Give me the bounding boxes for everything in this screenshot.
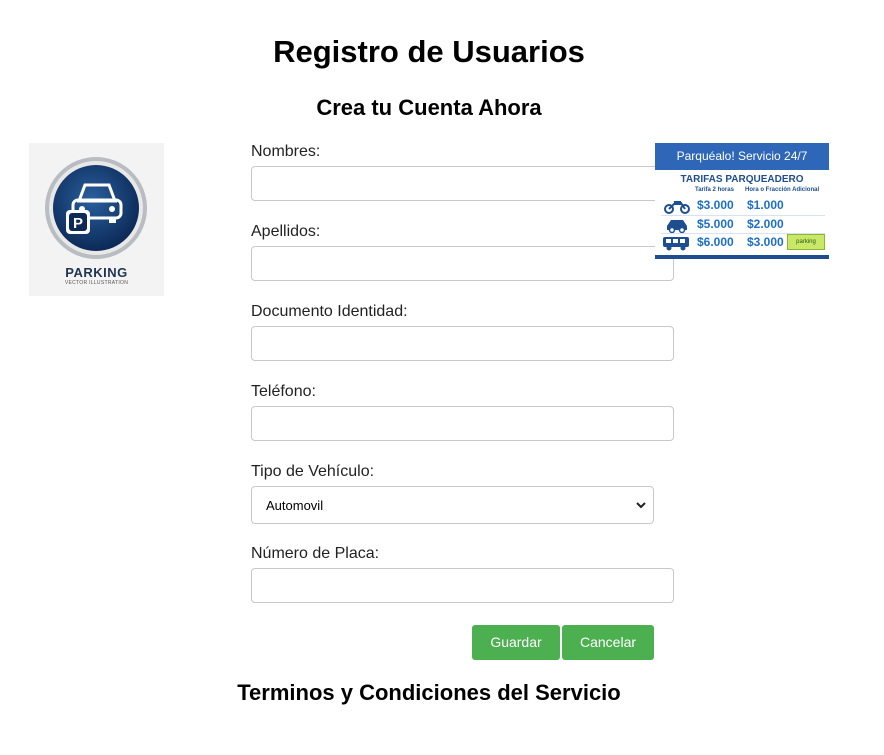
adicional-value: $1.000 bbox=[747, 198, 784, 212]
tipo-vehiculo-select[interactable]: Automovil bbox=[251, 486, 654, 524]
label-apellidos: Apellidos: bbox=[251, 223, 321, 240]
terms-heading: Terminos y Condiciones del Servicio bbox=[237, 680, 621, 705]
car-parking-icon: P bbox=[45, 157, 147, 259]
tarifas-col-1: Tarifa 2 horas bbox=[695, 187, 734, 193]
svg-text:P: P bbox=[73, 215, 83, 232]
tarifa-value: $3.000 bbox=[697, 198, 734, 212]
save-button[interactable]: Guardar bbox=[472, 625, 560, 660]
page-subtitle: Crea tu Cuenta Ahora bbox=[316, 95, 542, 120]
logo-text: PARKING bbox=[65, 265, 128, 280]
motorcycle-icon bbox=[664, 201, 690, 214]
page-title: Registro de Usuarios bbox=[273, 34, 585, 69]
nombres-input[interactable] bbox=[251, 166, 674, 201]
bus-icon bbox=[663, 237, 689, 251]
tarifas-title: TARIFAS PARQUEADERO bbox=[680, 174, 804, 185]
placa-input[interactable] bbox=[251, 568, 674, 603]
telefono-input[interactable] bbox=[251, 406, 674, 441]
tarifa-value: $6.000 bbox=[697, 235, 734, 249]
tipo-vehiculo-selected: Automovil bbox=[266, 498, 324, 513]
label-placa: Número de Placa: bbox=[251, 545, 380, 562]
tarifas-header: Parquéalo! Servicio 24/7 bbox=[655, 143, 829, 170]
tarifa-row: $5.000 $2.000 bbox=[661, 216, 825, 233]
tarifa-value: $5.000 bbox=[697, 217, 734, 231]
label-documento: Documento Identidad: bbox=[251, 303, 408, 320]
parking-badge: parking bbox=[787, 234, 825, 250]
label-nombres: Nombres: bbox=[251, 143, 321, 160]
cancel-button[interactable]: Cancelar bbox=[562, 625, 654, 660]
logo-subtext: VECTOR ILLUSTRATION bbox=[64, 280, 129, 286]
apellidos-input[interactable] bbox=[251, 246, 674, 281]
chevron-down-icon bbox=[636, 502, 646, 509]
adicional-value: $2.000 bbox=[747, 217, 784, 231]
tarifas-col-2: Hora o Fracción Adicional bbox=[745, 187, 820, 193]
parking-logo: P PARKING VECTOR ILLUSTRATION bbox=[29, 143, 164, 296]
adicional-value: $3.000 bbox=[747, 235, 784, 249]
car-icon bbox=[667, 220, 687, 233]
tarifas-banner: Parquéalo! Servicio 24/7 TARIFAS PARQUEA… bbox=[655, 143, 829, 259]
label-tipo-vehiculo: Tipo de Vehículo: bbox=[251, 463, 375, 480]
documento-input[interactable] bbox=[251, 326, 674, 361]
label-telefono: Teléfono: bbox=[251, 383, 316, 400]
tarifa-row: $3.000 $1.000 bbox=[661, 197, 825, 214]
